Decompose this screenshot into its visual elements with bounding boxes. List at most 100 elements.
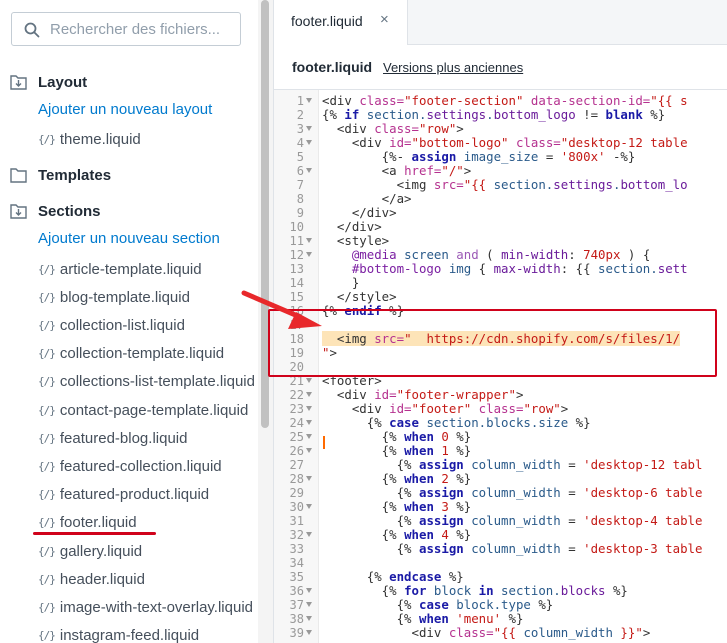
code-line: 17 — [274, 318, 727, 332]
fold-arrow-icon[interactable] — [306, 378, 312, 383]
code-token: class= — [374, 121, 419, 136]
file-item[interactable]: {/} contact-page-template.liquid — [38, 399, 248, 421]
code-token: when — [404, 429, 434, 444]
file-item[interactable]: {/} collection-list.liquid — [38, 314, 185, 336]
search-box[interactable]: Rechercher des fichiers... — [11, 12, 241, 46]
code-token: 'desktop-4 table — [583, 513, 703, 528]
code-editor: footer.liquid × footer.liquid Versions p… — [273, 0, 727, 643]
line-number: 38 — [289, 612, 304, 626]
fold-arrow-icon[interactable] — [306, 448, 312, 453]
file-item[interactable]: {/} featured-blog.liquid — [38, 427, 187, 449]
code-token: } — [322, 275, 360, 290]
code-token: 'desktop-3 table — [583, 541, 703, 556]
search-input[interactable]: Rechercher des fichiers... — [50, 21, 220, 38]
code-token: {% — [322, 415, 390, 430]
code-area[interactable]: 1 <div class="footer-section" data-sectio… — [274, 90, 727, 643]
code-token: case — [389, 415, 419, 430]
fold-arrow-icon[interactable] — [306, 616, 312, 621]
fold-arrow-icon[interactable] — [306, 252, 312, 257]
code-line: 12 @media screen and ( min-width: 740px … — [274, 247, 727, 263]
fold-arrow-icon[interactable] — [306, 420, 312, 425]
code-token: src= — [374, 331, 405, 346]
liquid-file-icon: {/} — [38, 544, 56, 558]
code-line: 4 <div id="bottom-logo" class="desktop-1… — [274, 136, 727, 151]
code-text: {% endif %} — [322, 304, 404, 318]
file-label: collection-list.liquid — [59, 316, 185, 334]
line-number: 3 — [296, 122, 304, 136]
file-item[interactable]: {/} blog-template.liquid — [38, 286, 190, 308]
file-item[interactable]: {/} featured-collection.liquid — [38, 455, 222, 477]
code-line: 9 </div> — [274, 206, 727, 221]
section-title-templates: Templates — [38, 166, 112, 184]
fold-arrow-icon[interactable] — [306, 168, 312, 173]
code-token: for — [404, 583, 427, 598]
file-item[interactable]: {/} collections-list-template.liquid — [38, 371, 255, 393]
line-number: 23 — [289, 402, 304, 416]
fold-arrow-icon[interactable] — [306, 434, 312, 439]
code-token: assign — [418, 485, 464, 500]
close-icon[interactable]: × — [380, 11, 389, 28]
code-token: %} — [441, 569, 464, 584]
liquid-file-icon: {/} — [38, 572, 56, 586]
code-token: class= — [359, 93, 405, 108]
code-token: when — [418, 611, 449, 626]
code-token: ( — [478, 247, 502, 262]
fold-arrow-icon[interactable] — [306, 406, 312, 411]
line-number: 4 — [296, 136, 304, 150]
add-section-link[interactable]: Ajouter un nouveau section — [38, 230, 220, 247]
code-token: when — [404, 443, 434, 458]
line-number: 2 — [296, 108, 304, 122]
code-token: href= — [404, 163, 442, 178]
code-token: {% — [322, 443, 405, 458]
fold-arrow-icon[interactable] — [306, 476, 312, 481]
file-item-theme[interactable]: {/} theme.liquid — [38, 128, 141, 150]
section-sections[interactable]: Sections — [10, 200, 101, 222]
file-item[interactable]: {/} instagram-feed.liquid — [38, 625, 199, 643]
fold-arrow-icon[interactable] — [306, 392, 312, 397]
liquid-file-icon: {/} — [38, 516, 56, 530]
code-line: 27 {% assign column_width = 'desktop-12 … — [274, 457, 727, 473]
code-token: assign — [418, 457, 464, 472]
sidebar-scrollbar-thumb[interactable] — [261, 0, 269, 428]
tab-footer-liquid[interactable]: footer.liquid × — [274, 0, 408, 45]
fold-arrow-icon[interactable] — [306, 532, 312, 537]
line-number: 29 — [289, 486, 304, 500]
fold-arrow-icon[interactable] — [306, 602, 312, 607]
code-token: data-section-id= — [523, 93, 651, 108]
file-item[interactable]: {/} featured-product.liquid — [38, 484, 209, 506]
code-text: {% assign column_width = 'desktop-3 tabl… — [322, 541, 703, 556]
code-token: %} — [501, 611, 524, 626]
fold-arrow-icon[interactable] — [306, 630, 312, 635]
code-token: 740px — [583, 247, 621, 262]
fold-arrow-icon[interactable] — [306, 238, 312, 243]
file-item[interactable]: {/} gallery.liquid — [38, 540, 142, 562]
code-line: 16 {% endif %} — [274, 304, 727, 319]
file-item[interactable]: {/} article-template.liquid — [38, 258, 202, 280]
fold-arrow-icon[interactable] — [306, 588, 312, 593]
file-item[interactable]: {/} image-with-text-overlay.liquid — [38, 596, 253, 618]
add-layout-link[interactable]: Ajouter un nouveau layout — [38, 101, 212, 118]
code-token: class= — [471, 401, 524, 416]
file-item[interactable]: {/} collection-template.liquid — [38, 343, 224, 365]
code-token: and — [456, 247, 479, 262]
fold-arrow-icon[interactable] — [306, 126, 312, 131]
liquid-file-icon: {/} — [38, 431, 56, 445]
code-text: <div id="footer-wrapper"> — [322, 388, 524, 402]
section-title-sections: Sections — [38, 202, 101, 220]
code-token: %} — [448, 443, 472, 458]
section-layout[interactable]: Layout — [10, 71, 87, 93]
file-item[interactable]: {/} footer.liquid — [38, 512, 137, 534]
code-token: 1 — [433, 443, 449, 458]
code-token: %} — [381, 303, 405, 318]
fold-arrow-icon[interactable] — [306, 504, 312, 509]
file-item[interactable]: {/} header.liquid — [38, 568, 145, 590]
fold-arrow-icon[interactable] — [306, 140, 312, 145]
code-token: assign — [418, 541, 464, 556]
section-templates[interactable]: Templates — [10, 164, 111, 186]
line-number: 7 — [296, 178, 304, 192]
code-text: <div id="footer" class="row"> — [322, 402, 568, 416]
older-versions-link[interactable]: Versions plus anciennes — [383, 60, 523, 75]
code-token: </style> — [322, 289, 397, 304]
fold-arrow-icon[interactable] — [306, 98, 312, 103]
file-label: image-with-text-overlay.liquid — [59, 598, 253, 616]
